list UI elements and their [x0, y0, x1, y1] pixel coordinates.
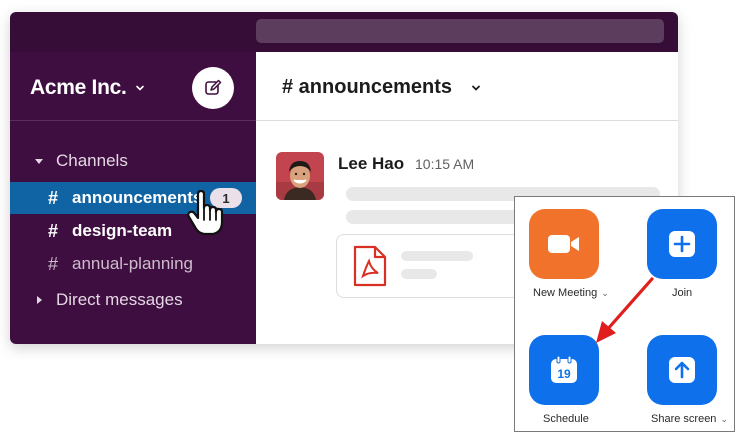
- calendar-icon: 19: [551, 355, 577, 383]
- chevron-down-icon[interactable]: [470, 82, 482, 94]
- message-text-placeholder: [346, 210, 536, 224]
- chevron-down-icon: ⌄: [720, 414, 728, 424]
- message-author[interactable]: Lee Hao: [338, 154, 404, 174]
- schedule-button[interactable]: 19: [529, 335, 599, 405]
- attachment-title-placeholder: [401, 251, 473, 261]
- workspace-header: Acme Inc.: [10, 52, 256, 121]
- schedule-label: Schedule: [543, 413, 589, 425]
- avatar[interactable]: [276, 152, 324, 200]
- hand-pointer-icon: [187, 190, 224, 236]
- new-meeting-button[interactable]: [529, 209, 599, 279]
- section-label: Channels: [56, 151, 128, 170]
- section-label: Direct messages: [56, 290, 183, 309]
- compose-icon: [205, 79, 222, 95]
- sidebar-section-channels[interactable]: Channels: [10, 146, 256, 176]
- search-bar[interactable]: [256, 19, 664, 43]
- channel-hash: #: [47, 253, 58, 274]
- workspace-name[interactable]: Acme Inc.: [30, 76, 127, 100]
- join-label: Join: [672, 287, 693, 299]
- channel-hash: #: [47, 187, 58, 208]
- chevron-down-icon[interactable]: [134, 82, 146, 94]
- compose-button[interactable]: [192, 67, 234, 109]
- channel-name: annual-planning: [72, 254, 193, 273]
- caret-down-icon: [35, 159, 43, 164]
- top-bar: [10, 12, 678, 52]
- sidebar-item-annual-planning[interactable]: # annual-planning: [10, 248, 256, 280]
- channel-title[interactable]: # announcements: [282, 76, 452, 99]
- channel-name: announcements: [72, 188, 203, 207]
- video-camera-icon: [548, 235, 579, 253]
- file-attachment[interactable]: [336, 234, 538, 298]
- calendar-day: 19: [557, 367, 571, 381]
- channel-name: design-team: [72, 221, 173, 240]
- sidebar-section-direct-messages[interactable]: Direct messages: [10, 285, 256, 315]
- join-button[interactable]: [647, 209, 717, 279]
- channel-hash: #: [47, 220, 58, 241]
- plus-icon: [669, 231, 695, 257]
- caret-right-icon: [37, 296, 42, 304]
- channel-header: # announcements: [256, 52, 678, 121]
- annotation-arrow-icon: [596, 277, 654, 343]
- message-timestamp: 10:15 AM: [415, 156, 475, 172]
- share-screen-label: Share screen ⌄: [651, 413, 728, 425]
- attachment-meta-placeholder: [401, 269, 437, 279]
- pdf-file-icon: [353, 245, 387, 287]
- upload-arrow-icon: [669, 357, 695, 383]
